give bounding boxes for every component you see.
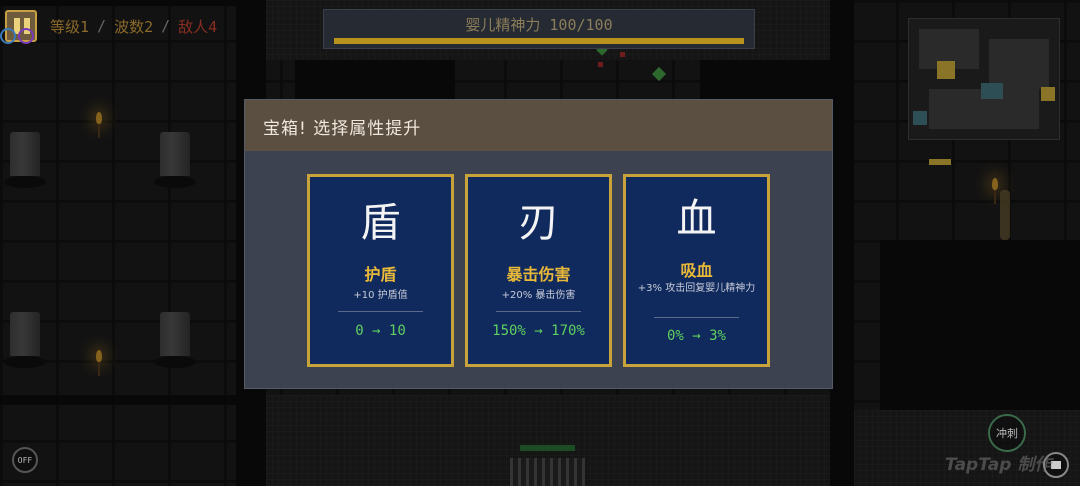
- upgrade-dialog: 宝箱! 选择属性提升 盾 护盾 +10 护盾值 0 → 10 刃 暴击伤害 +2…: [244, 99, 833, 389]
- card-description: +20% 暴击伤害: [501, 290, 576, 301]
- card-divider: [338, 311, 423, 312]
- blade-icon: 刃: [518, 200, 559, 246]
- card-divider: [496, 311, 581, 312]
- upgrade-card-shield[interactable]: 盾 护盾 +10 护盾值 0 → 10: [307, 174, 454, 367]
- card-name: 吸血: [680, 261, 713, 280]
- separator: /: [161, 17, 171, 35]
- wave-text: 波数2: [114, 17, 154, 36]
- boss-health-label: 婴儿精神力 100/100: [465, 16, 613, 34]
- card-description: +3% 攻击回复婴儿精神力: [637, 283, 756, 294]
- card-value-change: 0 → 10: [355, 323, 406, 339]
- skill-icon[interactable]: [0, 28, 16, 44]
- separator: /: [97, 17, 107, 35]
- minimap-player: [937, 61, 955, 79]
- dash-button[interactable]: 冲刺: [988, 414, 1026, 452]
- card-value-change: 0% → 3%: [666, 328, 726, 344]
- boss-health-fill: [334, 38, 744, 44]
- card-name: 护盾: [364, 265, 397, 284]
- boss-health-bar: 婴儿精神力 100/100: [323, 9, 755, 49]
- watermark: TapTap 制作: [945, 455, 1052, 475]
- dialog-header: 宝箱! 选择属性提升: [245, 100, 832, 151]
- blood-icon: 血: [676, 196, 717, 242]
- upgrade-card-crit[interactable]: 刃 暴击伤害 +20% 暴击伤害 150% → 170%: [465, 174, 612, 367]
- level-text: 等级1: [50, 17, 90, 36]
- upgrade-card-lifesteal[interactable]: 血 吸血 +3% 攻击回复婴儿精神力 0% → 3%: [623, 174, 770, 367]
- menu-icon: [1051, 461, 1061, 469]
- minimap: [908, 18, 1060, 165]
- dialog-title: 宝箱! 选择属性提升: [263, 119, 422, 139]
- card-value-change: 150% → 170%: [492, 323, 585, 339]
- enemy-count-text: 敌人4: [178, 17, 218, 36]
- hud-stats: 等级1 / 波数2 / 敌人4: [50, 16, 217, 36]
- shield-icon: 盾: [360, 200, 401, 246]
- skill-icon[interactable]: [18, 28, 34, 44]
- card-divider: [654, 317, 739, 318]
- card-description: +10 护盾值: [353, 290, 408, 301]
- card-name: 暴击伤害: [506, 265, 571, 284]
- auto-toggle-button[interactable]: OFF: [12, 447, 38, 473]
- boss-health-track: [334, 38, 744, 44]
